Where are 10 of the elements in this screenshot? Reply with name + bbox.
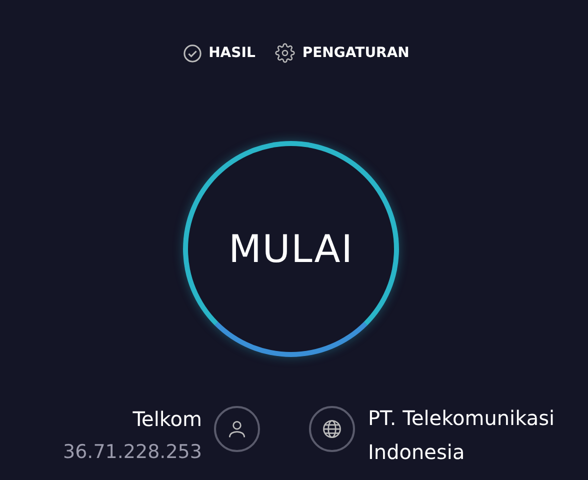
- start-button[interactable]: MULAI: [183, 141, 399, 357]
- check-circle-icon: [182, 44, 202, 62]
- user-icon: [214, 406, 260, 452]
- globe-icon: [309, 406, 355, 452]
- server-name: PT. Telekomunikasi Indonesia: [368, 405, 556, 466]
- settings-icon: [275, 43, 296, 63]
- isp-name: Telkom: [132, 406, 202, 433]
- nav-link[interactable]: HASIL: [182, 43, 256, 63]
- ip-address: 36.71.228.253: [62, 440, 202, 465]
- nav-link[interactable]: PENGATURAN: [275, 43, 410, 63]
